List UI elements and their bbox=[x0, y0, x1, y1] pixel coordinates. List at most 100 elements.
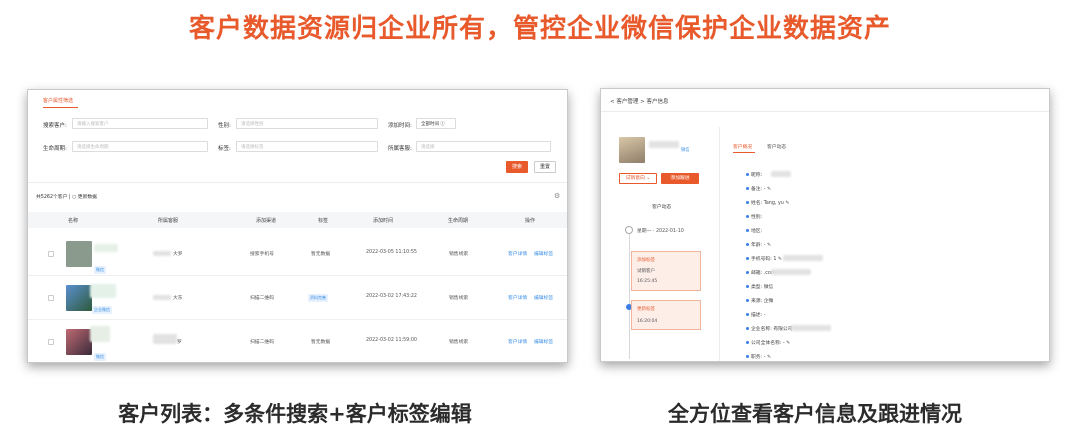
divider bbox=[28, 182, 567, 183]
info-type: 类型: 微信 bbox=[751, 285, 774, 290]
row-checkbox[interactable] bbox=[48, 251, 54, 257]
search-button[interactable]: 搜索 bbox=[506, 161, 528, 173]
channel: 扫描二维码 bbox=[250, 340, 274, 345]
gender-label: 性别: bbox=[218, 123, 231, 129]
avatar-badge: 微信 bbox=[681, 148, 690, 153]
detail-link[interactable]: 客户详情 bbox=[508, 294, 527, 301]
edit-tag-link[interactable]: 编辑标签 bbox=[534, 250, 553, 257]
intent-dropdown[interactable]: 试销意向 ⌄ bbox=[619, 173, 657, 184]
event-detail: 试销客户 bbox=[637, 269, 655, 274]
panel-divider bbox=[719, 127, 720, 361]
col-tag: 标签 bbox=[318, 218, 329, 224]
col-time: 添加时间 bbox=[373, 218, 394, 224]
table-row: 微信 大罗 搜索手机号 暂无数据 2022-03-05 11:10:55 销售线… bbox=[28, 232, 567, 276]
add-follow-button[interactable]: 添加跟进 bbox=[661, 173, 699, 184]
blurred-value bbox=[791, 325, 831, 331]
add-time: 2022-03-05 11:10:55 bbox=[366, 250, 417, 255]
breadcrumb[interactable]: < 客户管理 > 客户信息 bbox=[610, 97, 668, 105]
table-header: 名称 所属客服 添加渠道 标签 添加时间 生命周期 操作 bbox=[28, 212, 567, 228]
reset-button[interactable]: 重置 bbox=[534, 161, 556, 173]
search-input[interactable]: 请输入搜索客户 bbox=[72, 118, 208, 129]
blurred-name bbox=[90, 326, 110, 342]
info-position[interactable]: 职务: - ✎ bbox=[751, 353, 771, 360]
owner-name: 罗 bbox=[177, 340, 182, 345]
channel: 扫描二维码 bbox=[250, 296, 274, 301]
time-select[interactable]: 全部时间 ⓘ bbox=[416, 118, 456, 129]
detail-link[interactable]: 客户详情 bbox=[508, 338, 527, 345]
col-channel: 添加渠道 bbox=[256, 218, 277, 224]
edit-tag-link[interactable]: 编辑标签 bbox=[534, 338, 553, 345]
timeline-event: 添加标签 试销客户 16:25:45 bbox=[631, 251, 701, 291]
settings-icon[interactable]: ⚙ bbox=[554, 192, 560, 200]
event-time: 16:25:45 bbox=[637, 279, 658, 284]
info-bullet bbox=[746, 285, 749, 288]
tab-overview[interactable]: 客户概况 bbox=[733, 143, 752, 150]
tag-label: 标签: bbox=[218, 146, 231, 152]
caption-left: 客户列表：多条件搜索+客户标签编辑 bbox=[118, 402, 472, 426]
tag-select[interactable]: 请选择标签 bbox=[236, 141, 378, 152]
lifecycle-label: 生命周期: bbox=[43, 146, 67, 152]
info-age[interactable]: 年龄: - ✎ bbox=[751, 241, 771, 248]
info-nickname: 昵称: bbox=[751, 173, 763, 178]
channel: 搜索手机号 bbox=[250, 252, 274, 257]
gender-select[interactable]: 请选择性别 bbox=[236, 118, 378, 129]
info-remark[interactable]: 备注: - ✎ bbox=[751, 185, 771, 192]
owner-select[interactable]: 请选择 bbox=[416, 141, 551, 152]
edit-tag-link[interactable]: 编辑标签 bbox=[534, 294, 553, 301]
row-checkbox[interactable] bbox=[48, 295, 54, 301]
event-title: 更新标签 bbox=[637, 307, 655, 312]
info-bullet bbox=[746, 173, 749, 176]
customer-avatar bbox=[66, 285, 92, 311]
blurred-name bbox=[94, 244, 118, 252]
customer-count: 共5262个客户 | ○ 更新数据 bbox=[36, 195, 97, 200]
tab-underline bbox=[43, 107, 78, 108]
lifecycle: 销售线索 bbox=[449, 252, 469, 257]
info-bullet bbox=[746, 201, 749, 204]
timeline-axis bbox=[629, 229, 630, 359]
info-company-full[interactable]: 公司全体名称: - ✎ bbox=[751, 339, 790, 346]
lifecycle-select[interactable]: 请选择生命周期 bbox=[72, 141, 208, 152]
source-badge: 微信 bbox=[94, 353, 106, 361]
customer-avatar bbox=[66, 329, 92, 355]
info-name[interactable]: 姓名: Tang, yu ✎ bbox=[751, 199, 789, 206]
add-time: 2022-03-02 17:43:22 bbox=[366, 294, 417, 299]
source-badge: 企业微信 bbox=[92, 306, 112, 314]
blurred-value bbox=[783, 255, 823, 261]
add-time: 2022-03-02 11:59:00 bbox=[366, 338, 417, 343]
timeline-date: 星期一 · 2022-01-10 bbox=[637, 229, 684, 234]
search-label: 搜索客户: bbox=[43, 123, 67, 129]
info-description: 描述: - bbox=[751, 313, 766, 318]
lifecycle: 销售线索 bbox=[449, 340, 469, 345]
owner-name: 大东 bbox=[173, 296, 183, 301]
tag-value: 暂无数据 bbox=[311, 340, 331, 345]
caption-right: 全方位查看客户信息及跟进情况 bbox=[668, 402, 962, 426]
col-lifecycle: 生命周期 bbox=[448, 218, 469, 224]
headline: 客户数据资源归企业所有，管控企业微信保护企业数据资产 bbox=[188, 14, 891, 44]
info-bullet bbox=[746, 299, 749, 302]
detail-link[interactable]: 客户详情 bbox=[508, 250, 527, 257]
info-bullet bbox=[746, 341, 749, 344]
owner-name: 大罗 bbox=[173, 252, 183, 257]
row-checkbox[interactable] bbox=[48, 339, 54, 345]
info-bullet bbox=[746, 313, 749, 316]
info-bullet bbox=[746, 229, 749, 232]
customer-avatar bbox=[619, 137, 645, 163]
tab-customer-filter[interactable]: 客户属性筛选 bbox=[43, 97, 73, 104]
info-bullet bbox=[746, 187, 749, 190]
tab-activity[interactable]: 客户动态 bbox=[767, 143, 786, 150]
info-bullet bbox=[746, 327, 749, 330]
tag-value: 暂无数据 bbox=[311, 252, 331, 257]
timeline-event: 更新标签 16:20:04 bbox=[631, 300, 701, 330]
blurred-value bbox=[771, 171, 791, 177]
info-gender: 性别: bbox=[751, 215, 763, 220]
info-region: 地区: bbox=[751, 229, 763, 234]
blurred-name bbox=[90, 284, 116, 298]
tag-value: 资料完善 bbox=[308, 294, 328, 302]
info-phone[interactable]: 手机号码: 1 ✎ bbox=[751, 255, 782, 262]
blurred-value bbox=[771, 269, 811, 275]
table-row: 微信 罗 扫描二维码 暂无数据 2022-03-02 11:59:00 销售线索… bbox=[28, 320, 567, 362]
info-bullet bbox=[746, 271, 749, 274]
info-bullet bbox=[746, 355, 749, 358]
info-bullet bbox=[746, 215, 749, 218]
owner-label: 所属客服: bbox=[388, 146, 412, 152]
